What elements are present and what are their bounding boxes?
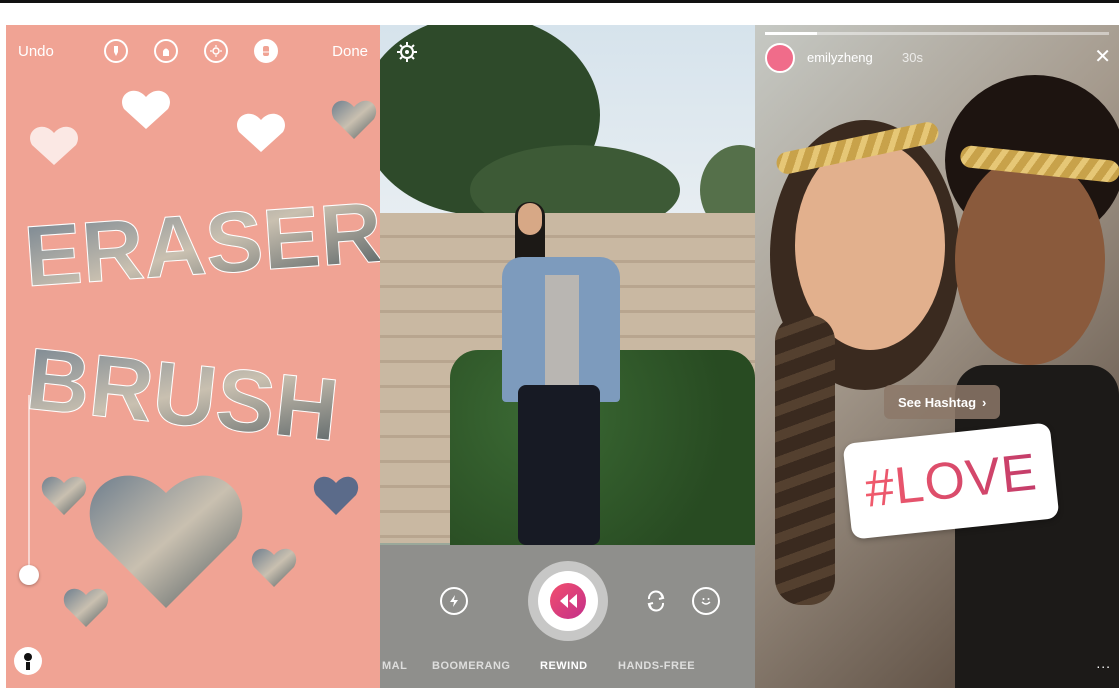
story-username[interactable]: emilyzheng xyxy=(807,50,873,65)
camera-rewind-panel: MAL BOOMERANG REWIND HANDS-FREE xyxy=(380,25,755,688)
drawing-canvas: ERASER BRUSH xyxy=(21,90,380,627)
color-picker-icon[interactable] xyxy=(14,647,42,675)
story-progress-bar xyxy=(765,32,1109,35)
see-hashtag-label: See Hashtag xyxy=(898,394,977,410)
story-timestamp: 30s xyxy=(902,50,923,65)
see-hashtag-button[interactable]: See Hashtag › xyxy=(884,385,1001,419)
heart-cutout xyxy=(122,90,170,129)
avatar[interactable] xyxy=(765,43,795,73)
face-filter-glyph xyxy=(701,598,711,605)
heart-cutout xyxy=(331,100,377,139)
braid-hair xyxy=(775,315,835,605)
color-picker-glyph xyxy=(24,653,32,670)
mode-hands-free[interactable]: HANDS-FREE xyxy=(618,660,695,672)
brush-word: BRUSH xyxy=(22,329,344,460)
right-person-face xyxy=(955,155,1105,365)
heart-cutout xyxy=(41,476,87,515)
mode-normal[interactable]: MAL xyxy=(382,660,407,672)
settings-gear-icon[interactable] xyxy=(396,41,418,63)
more-options-icon[interactable]: ... xyxy=(1096,655,1111,671)
heart-cutout xyxy=(251,548,297,587)
big-heart-photo-cutout xyxy=(89,475,243,608)
flip-camera-icon[interactable] xyxy=(642,587,670,615)
top-border-line xyxy=(0,0,1119,3)
brush-size-slider-track[interactable] xyxy=(28,395,30,575)
camera-mode-selector: MAL BOOMERANG REWIND HANDS-FREE xyxy=(380,660,755,680)
person-legs xyxy=(518,385,600,545)
heart-cutout xyxy=(237,113,285,152)
rewind-glyph xyxy=(560,594,577,608)
flash-icon[interactable] xyxy=(440,587,468,615)
flip-camera-glyph xyxy=(647,590,665,612)
flash-glyph xyxy=(450,595,458,607)
heart-cutout xyxy=(313,476,359,515)
person-head xyxy=(518,203,542,235)
chevron-right-icon: › xyxy=(982,394,987,410)
heart-cutout xyxy=(30,126,78,165)
hashtag-sticker-text: #LOVE xyxy=(862,443,1040,519)
story-viewer-panel: emilyzheng 30s ✕ See Hashtag › #LOVE ... xyxy=(755,25,1119,688)
heart-cutout xyxy=(63,588,109,627)
eraser-brush-panel: Undo Done ERASER BRUSH xyxy=(6,25,380,688)
story-progress-fill xyxy=(765,32,817,35)
close-icon[interactable]: ✕ xyxy=(1094,44,1111,69)
face-filter-icon[interactable] xyxy=(692,587,720,615)
capture-button[interactable] xyxy=(538,571,598,631)
eraser-word: ERASER xyxy=(21,184,380,305)
brush-size-slider-knob[interactable] xyxy=(19,565,39,585)
rewind-icon xyxy=(550,583,586,619)
mode-rewind[interactable]: REWIND xyxy=(540,660,588,672)
person-shirt xyxy=(545,275,579,385)
mode-boomerang[interactable]: BOOMERANG xyxy=(432,660,510,672)
